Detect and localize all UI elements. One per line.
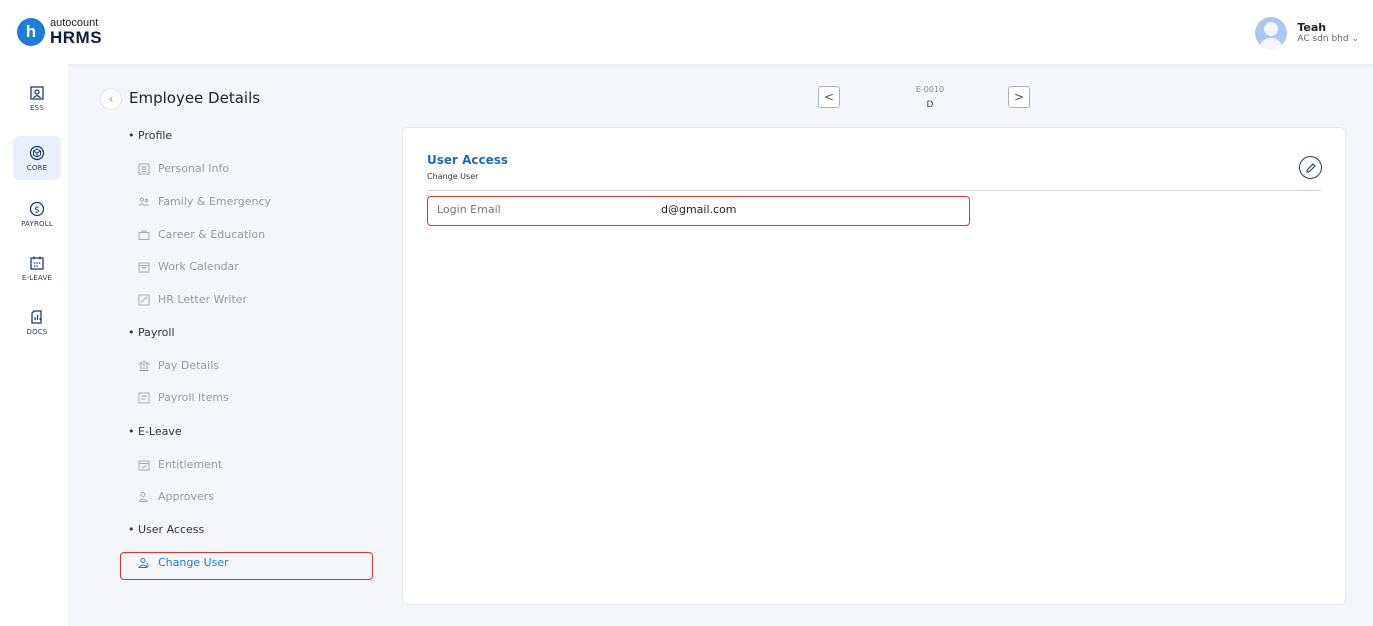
app-logo[interactable]: h autocount HRMS <box>17 18 102 46</box>
eleave-icon <box>30 256 44 270</box>
top-bar: h autocount HRMS Teah AC sdn bhd ⌄ <box>0 0 1373 64</box>
chevron-down-icon: ⌄ <box>1351 34 1359 45</box>
rail-item-ess[interactable]: ESS <box>13 76 61 120</box>
rail-item-docs[interactable]: DOCS <box>13 300 61 344</box>
docs-icon <box>31 309 42 324</box>
user-check-icon <box>138 491 149 502</box>
document-icon <box>138 392 150 403</box>
section-user-access: • User Access <box>128 523 205 536</box>
ess-icon <box>30 85 44 100</box>
employee-name: D <box>926 100 934 110</box>
rail-item-core[interactable]: CORE <box>13 136 61 180</box>
pencil-icon <box>1305 162 1316 173</box>
avatar[interactable] <box>1255 17 1288 49</box>
subnav-item-pay-details[interactable]: Pay Details <box>138 359 219 372</box>
section-eleave: • E-Leave <box>128 425 182 438</box>
logo-mark: h <box>17 18 45 46</box>
rail-label: DOCS <box>26 327 48 336</box>
card-subtitle: Change User <box>427 172 479 181</box>
rail-item-payroll[interactable]: $ PAYROLL <box>13 192 61 236</box>
chevron-left-icon: < <box>823 90 835 104</box>
subnav-item-personal-info[interactable]: Personal Info <box>138 162 229 175</box>
change-user-highlight <box>120 552 373 580</box>
subnav-item-hr-letter-writer[interactable]: HR Letter Writer <box>138 293 247 306</box>
rail-item-eleave[interactable]: E-LEAVE <box>13 246 61 290</box>
user-company: AC sdn bhd ⌄ <box>1297 34 1359 45</box>
subnav-item-payroll-items[interactable]: Payroll Items <box>138 391 229 404</box>
user-name: Teah <box>1297 21 1327 34</box>
rail-label: CORE <box>26 163 48 172</box>
calendar-icon <box>138 262 150 272</box>
module-rail: ESS CORE $ PAYROLL E-LEAVE DOCS <box>0 64 68 626</box>
chevron-right-icon: > <box>1013 90 1025 104</box>
svg-text:$: $ <box>34 205 40 215</box>
rail-label: E-LEAVE <box>21 273 53 282</box>
bank-icon <box>138 359 150 371</box>
user-access-card: User Access Change User Login Email d@gm… <box>402 127 1346 605</box>
login-email-highlight <box>427 196 970 226</box>
subnav-item-family-emergency[interactable]: Family & Emergency <box>138 195 271 208</box>
subnav-item-career-education[interactable]: Career & Education <box>138 228 265 241</box>
family-icon <box>139 197 149 206</box>
letter-icon <box>138 294 150 305</box>
section-payroll: • Payroll <box>128 326 175 339</box>
id-card-icon <box>138 163 150 174</box>
briefcase-icon <box>138 230 150 240</box>
card-title: User Access <box>427 153 509 167</box>
rail-label: ESS <box>30 103 44 112</box>
next-employee-button[interactable]: > <box>1008 86 1030 108</box>
subnav-item-approvers[interactable]: Approvers <box>138 490 214 503</box>
page-title: Employee Details <box>129 89 261 107</box>
rail-label: PAYROLL <box>21 219 53 228</box>
divider <box>427 190 1321 191</box>
subnav-item-entitlement[interactable]: Entitlement <box>138 458 222 471</box>
core-icon <box>29 145 45 160</box>
calendar-check-icon <box>138 460 150 470</box>
employee-code: E-0010 <box>915 85 945 94</box>
edit-button[interactable] <box>1299 156 1322 179</box>
back-button[interactable]: ‹ <box>100 88 122 110</box>
previous-employee-button[interactable]: < <box>818 86 840 108</box>
subnav-item-work-calendar[interactable]: Work Calendar <box>138 260 239 273</box>
section-profile: • Profile <box>128 129 173 142</box>
payroll-icon: $ <box>29 201 45 216</box>
logo-product-text: HRMS <box>50 28 103 47</box>
chevron-left-icon: ‹ <box>108 92 114 106</box>
user-menu[interactable]: Teah AC sdn bhd ⌄ <box>1255 17 1359 49</box>
